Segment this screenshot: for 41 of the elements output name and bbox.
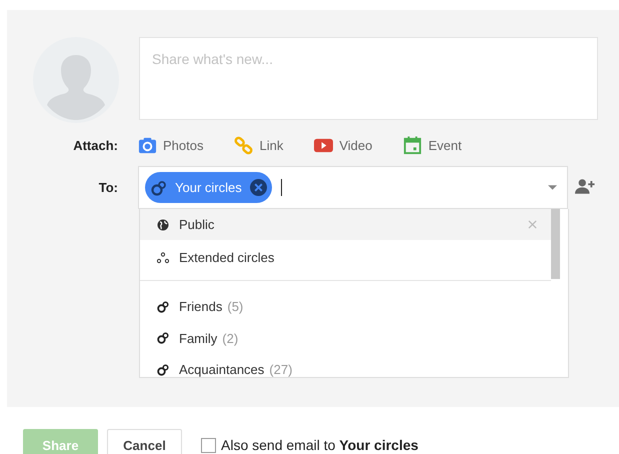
circles-icon	[157, 332, 169, 344]
audience-item[interactable]: Friends (5)	[140, 291, 551, 322]
circle-chip[interactable]: Your circles	[145, 172, 272, 203]
text-cursor	[280, 179, 282, 196]
audience-label: Public	[179, 217, 214, 232]
audience-label: Family	[179, 330, 218, 346]
scrollbar[interactable]	[551, 209, 560, 279]
cancel-button[interactable]: Cancel	[107, 429, 182, 454]
recipients-field[interactable]: Your circles	[138, 166, 568, 209]
photos-attach-button[interactable]: Photos	[138, 136, 204, 154]
link-icon	[234, 136, 254, 154]
video-attach-button[interactable]: Video	[314, 136, 372, 154]
email-option-label: Also send email to Your circles	[221, 437, 418, 453]
audience-item[interactable]: Family (2)	[140, 322, 551, 354]
placeholder-text: Share what's new...	[152, 51, 273, 67]
to-label: To:	[98, 179, 118, 197]
circles-icon	[157, 364, 169, 376]
circles-icon	[157, 300, 169, 313]
remove-icon[interactable]	[250, 179, 267, 196]
audience-item[interactable]: Extended circles	[140, 242, 551, 273]
circles-icon	[151, 180, 167, 196]
member-count: (2)	[222, 330, 238, 346]
email-checkbox[interactable]	[201, 438, 216, 452]
audience-item[interactable]: Acquaintances (27)	[140, 354, 551, 377]
link-attach-button[interactable]: Link	[234, 136, 284, 154]
close-icon[interactable]	[528, 220, 537, 229]
member-count: (27)	[269, 362, 292, 377]
audience-label: Extended circles	[179, 250, 274, 265]
attach-label: Attach:	[72, 138, 118, 152]
audience-label: Friends	[179, 299, 222, 314]
dropdown-arrow-icon[interactable]	[548, 185, 557, 190]
avatar-silhouette-icon	[33, 37, 119, 123]
audience-label: Acquaintances	[179, 362, 264, 377]
dots-icon	[157, 252, 169, 264]
event-attach-button[interactable]: Event	[403, 136, 462, 154]
member-count: (5)	[227, 299, 244, 314]
add-person-icon[interactable]	[575, 178, 595, 195]
calendar-icon	[403, 136, 422, 154]
globe-icon	[157, 218, 169, 230]
audience-item[interactable]: Public	[140, 209, 551, 240]
camera-icon	[138, 136, 157, 154]
